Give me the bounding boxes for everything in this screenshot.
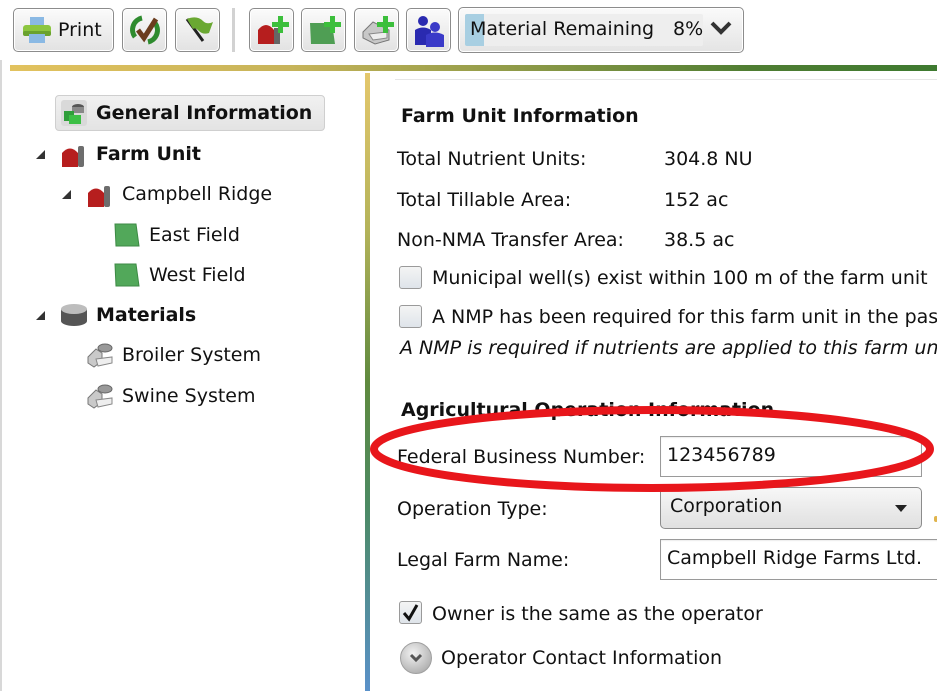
total-nutrient-units-label: Total Nutrient Units:: [397, 148, 587, 170]
owner-same-label: Owner is the same as the operator: [432, 603, 763, 625]
barn-icon: [62, 146, 84, 167]
toolbar-separator: [232, 8, 235, 52]
add-material-button[interactable]: [354, 8, 399, 52]
material-remaining-progress: Material Remaining 8%: [465, 14, 703, 46]
collapse-arrow-icon[interactable]: [36, 150, 45, 159]
total-tillable-area-label: Total Tillable Area:: [397, 189, 572, 211]
contacts-button[interactable]: [406, 8, 451, 52]
tree-item-label: Campbell Ridge: [122, 183, 273, 205]
barn-icon: [88, 186, 110, 207]
nmp-note: A NMP is required if nutrients are appli…: [400, 337, 937, 359]
operation-type-select[interactable]: Corporation: [660, 487, 922, 529]
legal-farm-name-label: Legal Farm Name:: [397, 549, 570, 571]
printer-icon: [23, 17, 51, 43]
people-icon: [414, 16, 444, 47]
add-field-icon: [309, 16, 341, 44]
municipal-well-label: Municipal well(s) exist within 100 m of …: [432, 267, 928, 289]
refresh-check-icon: [129, 15, 160, 45]
navigation-tree: General Information Farm Unit Campbell R…: [0, 73, 365, 691]
nmp-required-label: A NMP has been required for this farm un…: [432, 306, 937, 328]
chevron-down-icon: [409, 653, 423, 663]
add-storage-icon: [362, 16, 394, 45]
panel-top-divider: [395, 79, 937, 80]
materials-icon: [61, 304, 87, 326]
collapse-arrow-icon[interactable]: [36, 311, 45, 320]
tree-item-label: Broiler System: [122, 344, 262, 366]
farm-unit-info-title: Farm Unit Information: [401, 105, 639, 127]
total-nutrient-units-value: 304.8 NU: [664, 148, 753, 170]
toolbar: Print Material Remaining 8%: [0, 0, 937, 64]
add-farm-unit-button[interactable]: [249, 8, 294, 52]
tree-item-swine-system[interactable]: Swine System: [86, 378, 256, 414]
material-remaining-percent: 8%: [673, 18, 703, 40]
legal-farm-name-input[interactable]: Campbell Ridge Farms Ltd.: [660, 539, 937, 580]
tree-item-label: East Field: [149, 224, 240, 246]
total-tillable-area-value: 152 ac: [664, 189, 729, 211]
field-icon: [114, 263, 140, 287]
flag-icon: [185, 17, 213, 42]
tree-item-label: West Field: [149, 264, 246, 286]
material-remaining-label: Material Remaining: [470, 18, 655, 40]
tree-item-east-field[interactable]: East Field: [113, 217, 240, 253]
print-label: Print: [58, 19, 102, 41]
operator-contact-expand-button[interactable]: [400, 642, 432, 674]
tree-item-broiler-system[interactable]: Broiler System: [86, 337, 261, 373]
field-icon: [114, 223, 140, 247]
refresh-validate-button[interactable]: [122, 8, 167, 52]
print-button[interactable]: Print: [13, 8, 114, 52]
storage-system-icon: [87, 343, 113, 368]
non-nma-transfer-area-label: Non-NMA Transfer Area:: [397, 229, 624, 251]
ag-operation-info-title: Agricultural Operation Information: [401, 399, 775, 421]
checkmark-icon: [402, 604, 419, 622]
operator-contact-label[interactable]: Operator Contact Information: [441, 647, 722, 669]
flag-button[interactable]: [175, 8, 220, 52]
tree-item-farm-unit[interactable]: Farm Unit: [60, 136, 201, 172]
tree-item-label: Farm Unit: [96, 143, 202, 165]
general-info-icon: [61, 100, 87, 126]
operation-type-value: Corporation: [670, 495, 783, 517]
general-information-panel: Farm Unit Information Total Nutrient Uni…: [370, 73, 937, 691]
federal-business-number-input[interactable]: 123456789: [660, 436, 922, 477]
municipal-well-checkbox[interactable]: [399, 266, 422, 289]
tree-item-label: Swine System: [122, 385, 256, 407]
chevron-down-icon: [710, 21, 732, 35]
material-remaining-dropdown[interactable]: Material Remaining 8%: [458, 7, 744, 53]
federal-business-number-label: Federal Business Number:: [397, 446, 646, 468]
add-barn-icon: [257, 16, 289, 44]
header-accent-bar: [10, 65, 937, 71]
dropdown-arrow-icon: [895, 505, 907, 512]
storage-system-icon: [87, 384, 113, 409]
nmp-required-checkbox[interactable]: [399, 305, 422, 328]
tree-item-campbell-ridge[interactable]: Campbell Ridge: [86, 176, 272, 212]
non-nma-transfer-area-value: 38.5 ac: [664, 229, 735, 251]
owner-same-checkbox[interactable]: [399, 601, 422, 624]
add-field-button[interactable]: [301, 8, 346, 52]
tree-item-west-field[interactable]: West Field: [113, 257, 246, 293]
tree-item-label: General Information: [96, 102, 313, 124]
collapse-arrow-icon[interactable]: [62, 190, 71, 199]
tree-item-label: Materials: [96, 304, 197, 326]
tree-item-general-information[interactable]: General Information: [55, 95, 325, 131]
operation-type-label: Operation Type:: [397, 498, 548, 520]
tree-item-materials[interactable]: Materials: [60, 297, 196, 333]
